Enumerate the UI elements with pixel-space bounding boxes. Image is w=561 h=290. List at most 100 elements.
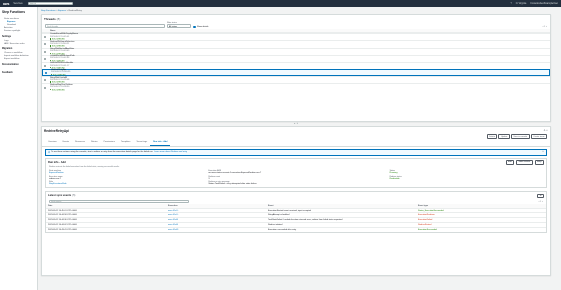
events-pagination[interactable]: < 1 > (538, 201, 543, 203)
detail-header: RedriveRetryApi ⚙ ✕ (42, 127, 550, 134)
threads-list: CreateEventWithDisplayName 2023-09-12 10:… (42, 33, 550, 91)
run-info-actions: Edit Start redrive Stop (505, 160, 544, 165)
thread-row[interactable]: CreateEventWithDisplayName 2023-09-12 10:… (42, 33, 550, 41)
stop-button[interactable]: Stop (534, 160, 544, 165)
run-info-fields: State machine ExpressRedrive Execution ARN… (46, 169, 546, 187)
thread-radio[interactable] (44, 86, 46, 89)
sidebar-item-export[interactable]: Export workflow (2, 58, 35, 61)
sidebar-group-migration[interactable]: Migration (2, 48, 35, 50)
sidebar-item[interactable]: Feature spotlight (2, 30, 35, 33)
threads-pagination[interactable]: < 1 > (542, 26, 547, 28)
column-name[interactable]: Name (50, 30, 55, 32)
filter-status-select[interactable]: All states (167, 24, 191, 28)
field: Execution name redrive-run-7 (49, 176, 202, 180)
view-console-button[interactable]: View in console (510, 134, 530, 140)
field: Role StepFunctionsRole (49, 181, 202, 185)
breadcrumb-item[interactable]: Step Functions (41, 10, 56, 12)
field-value[interactable]: StepFunctionsRole (49, 183, 202, 185)
refresh-icon[interactable]: ⟳ (537, 193, 544, 199)
tab[interactable]: Resources (72, 140, 88, 145)
toggle-switch[interactable] (193, 25, 197, 28)
thread-radio[interactable] (44, 57, 46, 60)
field: Redrive or retry message States.TaskFaile… (208, 181, 383, 185)
sidebar: Step Functions State machines Express Stan… (0, 7, 38, 290)
field-value: redrive-run-7 (49, 177, 61, 180)
breadcrumb-item[interactable]: Express (58, 10, 66, 12)
threads-title: Threads (44, 16, 56, 21)
create-issue-button[interactable]: Create issue (530, 134, 547, 140)
run-info-container: Run info - Add Edit Start redrive Stop R… (45, 157, 547, 189)
tab[interactable]: Overview (45, 140, 60, 145)
show-details-toggle[interactable]: Show details (193, 25, 208, 28)
event-date: 2023-09-12 10:43:41 UTC+0000 (46, 226, 166, 232)
events-title: Latest sync events (48, 194, 72, 198)
info-icon: ⓘ (48, 151, 51, 154)
events-search-input[interactable]: Find events (49, 199, 189, 204)
region-selector[interactable]: N. Virginia (516, 3, 527, 5)
run-info-title: Run info - Add (48, 160, 66, 164)
sidebar-group-settings[interactable]: Settings (2, 36, 35, 38)
field: State machine ExpressRedrive (49, 170, 202, 174)
thread-row[interactable]: CreateEventWithInputPath 2023-09-12 10:42… (42, 54, 550, 62)
thread-radio[interactable] (44, 50, 46, 53)
field-value: States.TaskFailed - retry attempted afte… (208, 183, 257, 186)
field: Redrive count 3 (208, 176, 383, 180)
threads-header: Threads (8) (42, 15, 550, 22)
thread-row[interactable]: RedriveWithInputSelection 2023-09-12 10:4… (42, 40, 550, 48)
thread-radio[interactable] (44, 36, 46, 39)
tab[interactable]: Retries (88, 140, 101, 145)
sidebar-group-feedback[interactable]: Feedback (2, 72, 35, 74)
field-value: 3 (208, 177, 210, 180)
events-header: Latest sync events (5) ⟳ (46, 192, 546, 200)
thread-row[interactable]: RetryWithCatchAll 2023-09-12 10:39:08 SUCC… (42, 76, 550, 84)
threads-count: (8) (56, 16, 61, 21)
delete-button[interactable]: Delete (486, 134, 498, 140)
panel-resize-handle[interactable]: ▲ ▼ (41, 123, 551, 125)
thread-row[interactable]: RetryWithBackoffAndJitter 2023-09-12 10:4… (42, 47, 550, 55)
breadcrumb-current: Redrive/Retry (68, 10, 82, 12)
tab[interactable]: Templates (118, 140, 133, 145)
account-menu[interactable]: ConsoleUser/ExampleUser (530, 3, 558, 5)
field: Status Running (390, 170, 543, 174)
close-alert-icon[interactable]: ✕ (542, 151, 544, 153)
thread-radio[interactable] (44, 79, 46, 82)
edit-button[interactable]: Edit (505, 160, 515, 165)
tab[interactable]: Events (60, 140, 72, 145)
tab[interactable]: Tenant tags (133, 140, 150, 145)
tab[interactable]: Permissions (101, 140, 118, 145)
sidebar-group-documentation[interactable]: Documentation (2, 64, 35, 66)
thread-row[interactable]: RedriveWithErrorHandler 2023-09-12 10:41:… (42, 61, 550, 69)
tab[interactable]: Run info - Add (150, 140, 171, 146)
thread-radio[interactable] (44, 65, 46, 68)
threads-panel: Threads (8) Find threads Filter status A… (41, 14, 551, 122)
top-navigation-bar: aws Services Search ? N. Virginia Consol… (0, 0, 561, 7)
thread-radio[interactable] (44, 43, 46, 46)
info-link[interactable]: Learn more about Redrive and retry (154, 151, 187, 153)
field-value[interactable]: ExpressRedrive (49, 172, 202, 174)
start-redrive-button[interactable]: Start redrive (516, 160, 533, 165)
close-icon[interactable]: ⚙ ✕ (544, 129, 548, 132)
global-search-input[interactable]: Search (27, 1, 73, 6)
thread-row[interactable]: RedriveRetryApi 2023-09-12 10:40:55 SUCCEE… (42, 69, 550, 77)
field: Execution ARN arn:aws:states:us-east-1:ex… (208, 170, 383, 174)
threads-search-input[interactable]: Find threads (45, 24, 165, 28)
thread-radio[interactable] (45, 71, 47, 74)
help-icon[interactable]: ? (510, 3, 511, 5)
sidebar-title: Step Functions (2, 10, 26, 14)
topbar-right: ? N. Virginia ConsoleUser/ExampleUser (510, 3, 558, 5)
update-button[interactable]: Update (498, 134, 510, 140)
thread-info: RedriveMapRunChildren 2023-09-12 10:38:30… (50, 84, 73, 92)
run-info-header: Run info - Add Edit Start redrive Stop (46, 159, 546, 167)
main-content: Step Functions > Express > Redrive/Retry… (41, 7, 551, 277)
field-value: Redrivable (389, 177, 400, 180)
services-menu[interactable]: Services (13, 2, 22, 5)
detail-title: RedriveRetryApi (44, 128, 69, 133)
aws-logo[interactable]: aws (3, 2, 9, 6)
thread-row[interactable]: RedriveMapRunChildren 2023-09-12 10:38:30… (42, 83, 550, 92)
table-row: 2023-09-12 10:43:41 UTC+0000 exec-01a61 Ex… (46, 226, 546, 232)
events-count: (5) (72, 194, 76, 198)
thread-status: SUCCEEDED (50, 88, 73, 92)
sidebar-item-roles[interactable]: IAM / Execution roles (2, 42, 35, 45)
event-execution-link[interactable]: exec-01a61 (166, 226, 266, 232)
event-description: Execution succeeded after retry (266, 226, 416, 232)
